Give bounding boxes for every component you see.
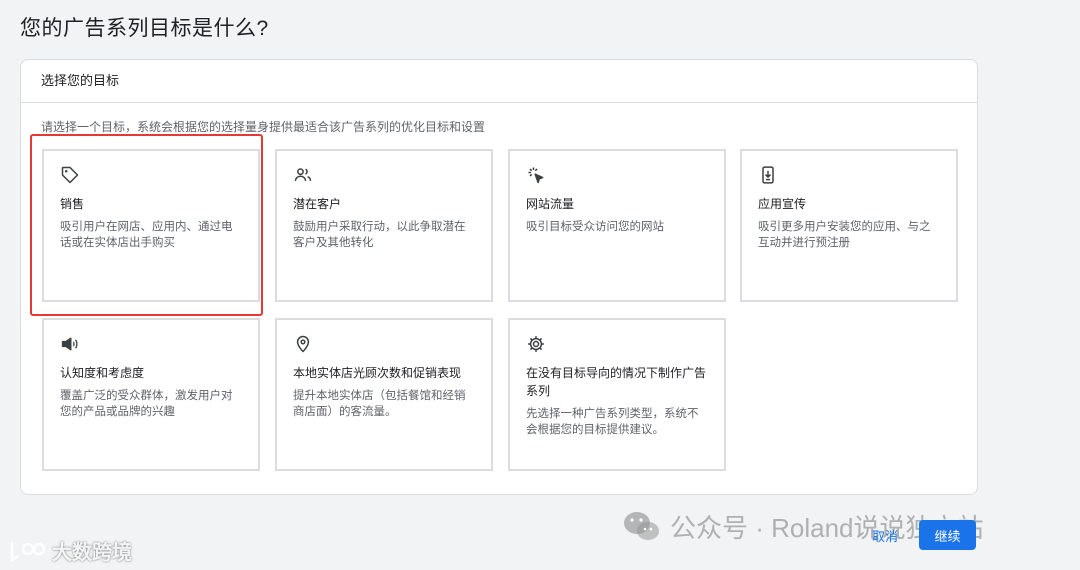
goal-card-desc: 覆盖广泛的受众群体，激发用户对您的产品或品牌的兴趣 [60, 390, 233, 418]
people-icon [294, 168, 312, 181]
goal-card-awareness[interactable]: 认知度和考虑度 覆盖广泛的受众群体，激发用户对您的产品或品牌的兴趣 [42, 318, 260, 471]
continue-button[interactable]: 继续 [919, 520, 976, 550]
wechat-icon [624, 511, 659, 540]
goal-card-app-promotion[interactable]: 应用宣传 吸引更多用户安装您的应用、与之互动并进行预注册 [740, 149, 958, 302]
location-pin-icon [296, 335, 310, 353]
goal-card-title: 在没有目标导向的情况下制作广告系列 [526, 366, 707, 398]
goal-card-desc: 先选择一种广告系列类型，系统不会根据您的目标提供建议。 [526, 408, 699, 436]
goal-card-desc: 吸引目标受众访问您的网站 [526, 221, 664, 233]
goal-card-leads[interactable]: 潜在客户 鼓励用户采取行动，以此争取潜在客户及其他转化 [275, 149, 493, 302]
goal-card-desc: 鼓励用户采取行动，以此争取潜在客户及其他转化 [293, 221, 466, 249]
goal-card-title: 本地实体店光顾次数和促销表现 [293, 366, 462, 380]
gear-icon [528, 336, 544, 352]
goal-card-title: 网站流量 [526, 197, 575, 211]
logo-text: 大数跨境 [52, 542, 132, 564]
phone-download-icon [762, 166, 774, 184]
goal-card-desc: 吸引更多用户安装您的应用、与之互动并进行预注册 [758, 221, 931, 249]
cancel-button[interactable]: 取消 [872, 526, 898, 545]
brand-logo: 大数跨境 [8, 536, 132, 565]
goal-card-website-traffic[interactable]: 网站流量 吸引目标受众访问您的网站 [508, 149, 726, 302]
goal-card-title: 潜在客户 [293, 197, 342, 211]
instruction-text: 请选择一个目标，系统会根据您的选择量身提供最适合该广告系列的优化目标和设置 [41, 120, 486, 134]
megaphone-icon [61, 337, 78, 351]
page-title: 您的广告系列目标是什么? [20, 17, 269, 40]
cursor-click-icon [528, 167, 544, 184]
goal-card-desc: 吸引用户在网店、应用内、通过电话或在实体店出手购买 [60, 221, 233, 249]
goal-card-local-store[interactable]: 本地实体店光顾次数和促销表现 提升本地实体店（包括餐馆和经销商店面）的客流量。 [275, 318, 493, 471]
goal-card-sales[interactable]: 销售 吸引用户在网店、应用内、通过电话或在实体店出手购买 [42, 149, 260, 302]
goal-card-title: 应用宣传 [758, 197, 807, 211]
goal-card-title: 认知度和考虑度 [60, 366, 145, 380]
tag-icon [61, 166, 79, 184]
goal-card-desc: 提升本地实体店（包括餐馆和经销商店面）的客流量。 [293, 390, 466, 418]
logo-mark-icon [10, 541, 46, 562]
panel-header: 选择您的目标 [21, 60, 977, 103]
goal-card-no-goal[interactable]: 在没有目标导向的情况下制作广告系列 先选择一种广告系列类型，系统不会根据您的目标… [508, 318, 726, 471]
goal-card-title: 销售 [60, 197, 85, 211]
